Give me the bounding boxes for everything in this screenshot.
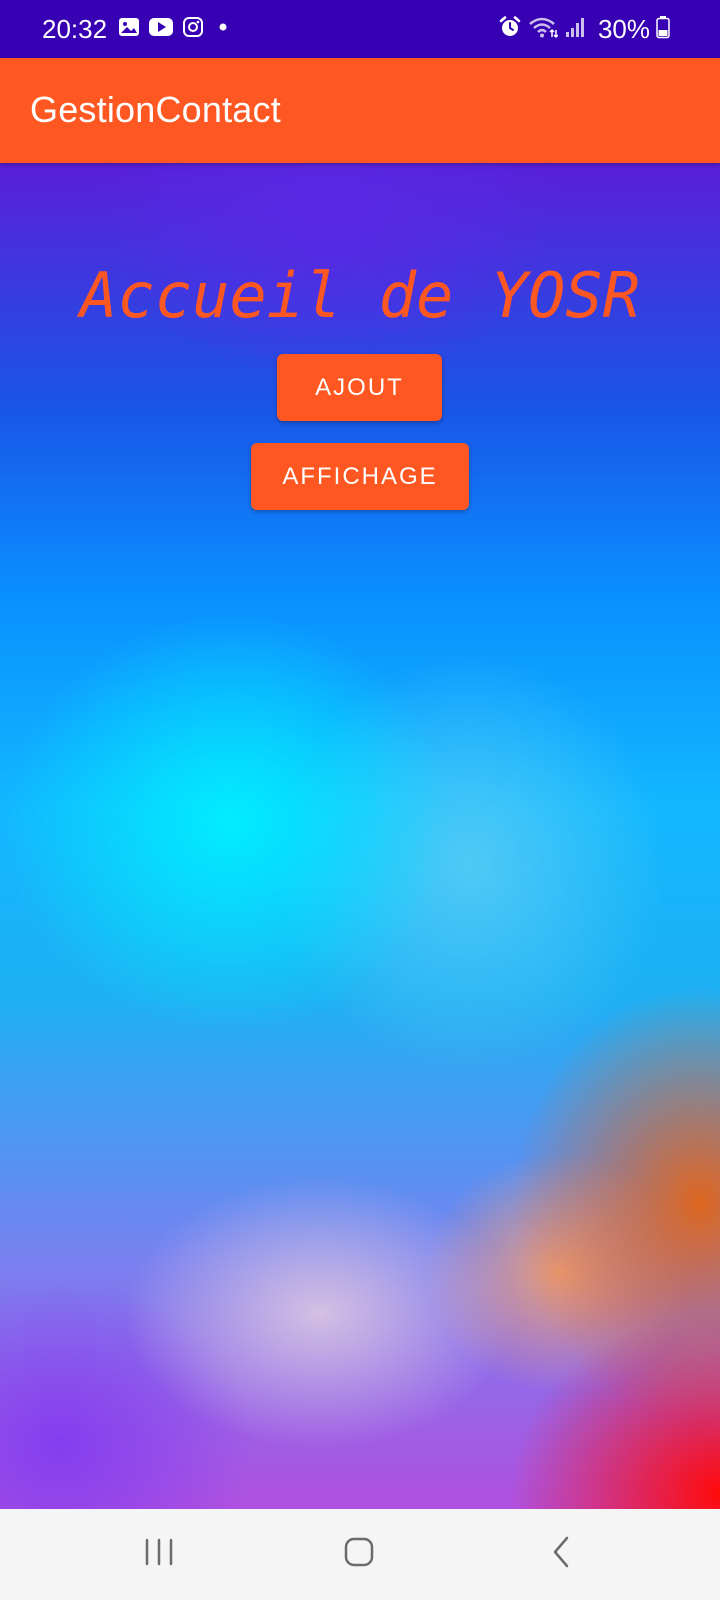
screen: 20:32 30% GestionContact Accueil de YOSR… [0,0,720,1600]
recents-button[interactable] [124,1529,194,1579]
youtube-icon [148,16,174,43]
app-title: GestionContact [30,89,281,130]
status-time: 20:32 [42,14,108,44]
app-bar: GestionContact [0,58,720,163]
back-button[interactable] [527,1529,597,1579]
notification-icons [118,16,234,43]
wifi-icon [528,15,559,44]
page-heading: Accueil de YOSR [80,259,640,332]
ajout-button[interactable]: AJOUT [277,354,442,421]
home-button[interactable] [324,1529,394,1579]
battery-percent: 30% [597,14,650,44]
status-bar: 20:32 30% [0,0,720,58]
gallery-icon [118,16,140,43]
instagram-icon [182,16,204,43]
navigation-bar [0,1509,720,1600]
main-content: Accueil de YOSR AJOUT AFFICHAGE [0,163,720,1509]
home-icon [341,1534,377,1575]
signal-icon [564,15,586,44]
back-icon [547,1534,577,1575]
recents-icon [141,1537,177,1572]
alarm-icon [498,15,522,44]
affichage-button[interactable]: AFFICHAGE [251,443,469,510]
battery-icon [656,15,670,44]
dot-icon [212,16,234,43]
system-icons: 30% [498,14,670,44]
